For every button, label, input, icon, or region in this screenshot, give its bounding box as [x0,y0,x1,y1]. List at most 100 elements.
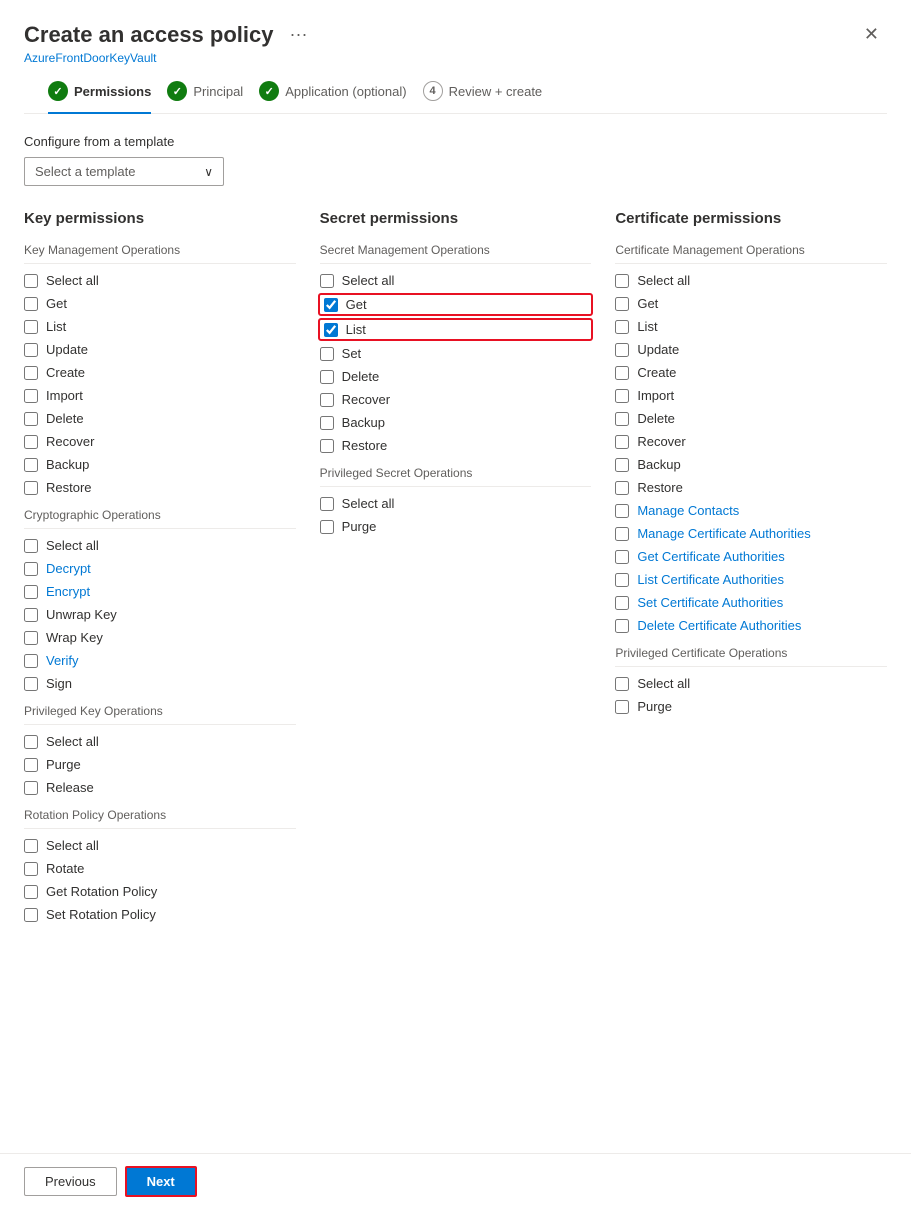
secret-permissions-header: Secret permissions [320,210,592,227]
key-select-all-label: Select all [46,273,99,288]
sec-list-item: List [320,320,592,339]
crypto-verify-item: Verify [24,652,296,669]
cert-delete-ca-checkbox[interactable] [615,619,629,633]
cert-get-label: Get [637,296,658,311]
cert-list-ca-checkbox[interactable] [615,573,629,587]
crypto-unwrap-label: Unwrap Key [46,607,117,622]
key-recover-checkbox[interactable] [24,435,38,449]
crypto-unwrap-checkbox[interactable] [24,608,38,622]
key-list-checkbox[interactable] [24,320,38,334]
sec-backup-item: Backup [320,414,592,431]
cert-create-checkbox[interactable] [615,366,629,380]
cert-manage-ca-label: Manage Certificate Authorities [637,526,810,541]
crypto-encrypt-label: Encrypt [46,584,90,599]
priv-key-select-all-item: Select all [24,733,296,750]
priv-key-select-all-label: Select all [46,734,99,749]
key-select-all-checkbox[interactable] [24,274,38,288]
sec-restore-item: Restore [320,437,592,454]
key-update-checkbox[interactable] [24,343,38,357]
cert-delete-item: Delete [615,410,887,427]
priv-sec-select-all-checkbox[interactable] [320,497,334,511]
close-button[interactable]: ✕ [856,20,887,49]
key-restore-checkbox[interactable] [24,481,38,495]
priv-key-release-item: Release [24,779,296,796]
rot-rotate-checkbox[interactable] [24,862,38,876]
cert-manage-contacts-checkbox[interactable] [615,504,629,518]
key-select-all-item: Select all [24,272,296,289]
previous-button[interactable]: Previous [24,1167,117,1196]
priv-cert-purge-checkbox[interactable] [615,700,629,714]
sec-set-checkbox[interactable] [320,347,334,361]
sec-set-item: Set [320,345,592,362]
priv-cert-purge-item: Purge [615,698,887,715]
priv-cert-select-all-checkbox[interactable] [615,677,629,691]
rot-select-all-checkbox[interactable] [24,839,38,853]
cert-delete-label: Delete [637,411,675,426]
crypto-select-all-label: Select all [46,538,99,553]
tab-principal[interactable]: ✓ Principal [167,81,259,113]
crypto-encrypt-checkbox[interactable] [24,585,38,599]
key-list-item: List [24,318,296,335]
sec-get-checkbox[interactable] [324,298,338,312]
sec-restore-checkbox[interactable] [320,439,334,453]
secret-permissions-column: Secret permissions Secret Management Ope… [320,210,592,929]
cert-list-ca-item: List Certificate Authorities [615,571,887,588]
key-import-item: Import [24,387,296,404]
sec-recover-checkbox[interactable] [320,393,334,407]
priv-key-purge-checkbox[interactable] [24,758,38,772]
tab-application-label: Application (optional) [285,84,406,99]
rot-get-policy-label: Get Rotation Policy [46,884,157,899]
crypto-decrypt-checkbox[interactable] [24,562,38,576]
sec-select-all-checkbox[interactable] [320,274,334,288]
priv-sec-purge-checkbox[interactable] [320,520,334,534]
sec-get-label: Get [346,297,367,312]
crypto-select-all-checkbox[interactable] [24,539,38,553]
cert-get-ca-checkbox[interactable] [615,550,629,564]
sec-delete-checkbox[interactable] [320,370,334,384]
key-backup-checkbox[interactable] [24,458,38,472]
template-select-dropdown[interactable]: Select a template ∨ [24,157,224,186]
crypto-sign-checkbox[interactable] [24,677,38,691]
tab-permissions-icon: ✓ [48,81,68,101]
cert-restore-checkbox[interactable] [615,481,629,495]
rot-set-policy-checkbox[interactable] [24,908,38,922]
cert-list-checkbox[interactable] [615,320,629,334]
key-delete-checkbox[interactable] [24,412,38,426]
cert-manage-ca-checkbox[interactable] [615,527,629,541]
cert-set-ca-checkbox[interactable] [615,596,629,610]
cert-recover-checkbox[interactable] [615,435,629,449]
cert-select-all-checkbox[interactable] [615,274,629,288]
more-options-icon[interactable]: ··· [289,24,307,45]
sec-list-checkbox[interactable] [324,323,338,337]
key-list-label: List [46,319,66,334]
cert-manage-ca-item: Manage Certificate Authorities [615,525,887,542]
priv-key-select-all-checkbox[interactable] [24,735,38,749]
key-get-checkbox[interactable] [24,297,38,311]
dialog-subtitle: AzureFrontDoorKeyVault [24,51,887,65]
permissions-grid: Key permissions Key Management Operation… [24,210,887,929]
priv-cert-select-all-label: Select all [637,676,690,691]
tab-application[interactable]: ✓ Application (optional) [259,81,422,113]
tab-permissions[interactable]: ✓ Permissions [48,81,167,113]
cert-import-item: Import [615,387,887,404]
cert-backup-checkbox[interactable] [615,458,629,472]
priv-key-release-label: Release [46,780,94,795]
sec-recover-item: Recover [320,391,592,408]
cert-update-checkbox[interactable] [615,343,629,357]
crypto-sign-item: Sign [24,675,296,692]
rot-get-policy-checkbox[interactable] [24,885,38,899]
next-button[interactable]: Next [125,1166,197,1197]
sec-backup-checkbox[interactable] [320,416,334,430]
dialog-header: Create an access policy ··· ✕ AzureFront… [0,0,911,114]
key-import-checkbox[interactable] [24,389,38,403]
key-create-checkbox[interactable] [24,366,38,380]
priv-cert-section-header: Privileged Certificate Operations [615,646,887,660]
crypto-wrap-checkbox[interactable] [24,631,38,645]
cert-get-checkbox[interactable] [615,297,629,311]
cert-delete-ca-label: Delete Certificate Authorities [637,618,801,633]
priv-key-release-checkbox[interactable] [24,781,38,795]
cert-delete-checkbox[interactable] [615,412,629,426]
cert-import-checkbox[interactable] [615,389,629,403]
crypto-verify-checkbox[interactable] [24,654,38,668]
tab-review[interactable]: 4 Review + create [423,81,559,113]
